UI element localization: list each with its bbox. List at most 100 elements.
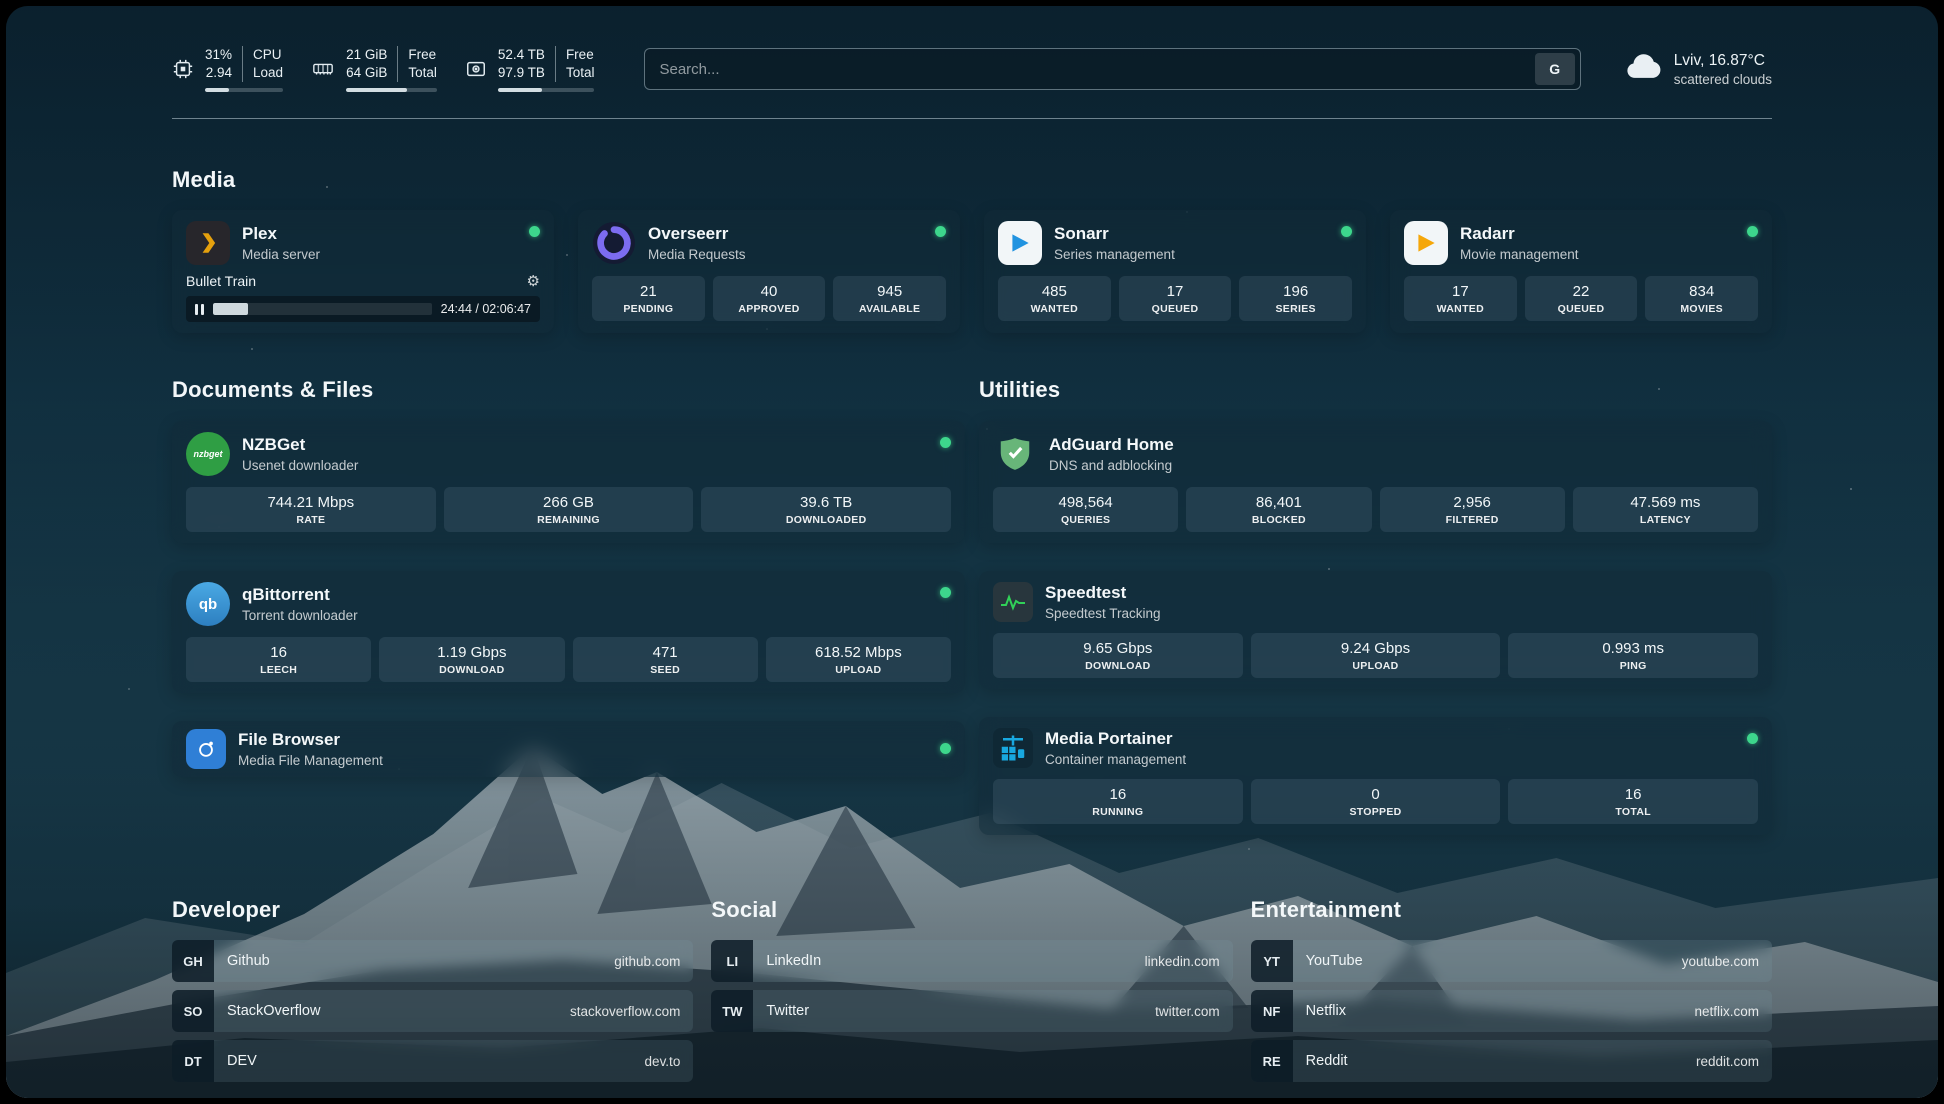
stat-tile: 485 WANTED: [998, 276, 1111, 321]
qbittorrent-icon-label: qb: [199, 596, 217, 613]
stat-label: FILTERED: [1384, 514, 1561, 526]
app-card-sonarr[interactable]: Sonarr Series management 485 WANTED 17 Q…: [984, 210, 1366, 333]
app-desc: Media server: [242, 247, 320, 262]
bookmark-netflix[interactable]: NF Netflix netflix.com: [1251, 990, 1772, 1032]
pause-icon[interactable]: [195, 304, 204, 315]
bookmark-name: Twitter: [766, 1003, 809, 1019]
stat-label: WANTED: [1002, 303, 1107, 315]
settings-gear-icon[interactable]: ⚙: [527, 274, 540, 289]
app-card-qbittorrent[interactable]: qb qBittorrent Torrent downloader 16: [172, 571, 965, 693]
bookmark-youtube[interactable]: YT YouTube youtube.com: [1251, 940, 1772, 982]
bookmark-url: dev.to: [645, 1054, 681, 1069]
app-card-adguard[interactable]: AdGuard Home DNS and adblocking 498,564 …: [979, 421, 1772, 543]
stat-value: 40: [717, 283, 822, 300]
stat-value: 39.6 TB: [705, 494, 947, 511]
app-card-nzbget[interactable]: nzbget NZBGet Usenet downloader 744.21 M…: [172, 421, 965, 543]
stat-tile: 16 RUNNING: [993, 779, 1243, 824]
bookmark-linkedin[interactable]: LI LinkedIn linkedin.com: [711, 940, 1232, 982]
overseerr-icon: [592, 221, 636, 265]
playback-time: 24:44 / 02:06:47: [441, 302, 531, 316]
cpu-widget: 31% 2.94 CPU Load: [172, 46, 283, 91]
twitter-icon: TW: [711, 990, 753, 1032]
app-name: AdGuard Home: [1049, 435, 1174, 455]
status-online-dot: [940, 437, 951, 448]
cloud-icon: [1625, 53, 1661, 85]
status-online-dot: [1747, 226, 1758, 237]
stat-value: 47.569 ms: [1577, 494, 1754, 511]
filebrowser-icon: [186, 729, 226, 769]
stat-label: PING: [1512, 660, 1754, 672]
app-card-speedtest[interactable]: Speedtest Speedtest Tracking 9.65 Gbps D…: [979, 571, 1772, 689]
bookmark-github[interactable]: GH Github github.com: [172, 940, 693, 982]
cpu-label: CPU: [253, 46, 283, 64]
stat-tile: 266 GB REMAINING: [444, 487, 694, 532]
developer-section: Developer GH Github github.com SO StackO…: [172, 897, 693, 1082]
bookmark-url: linkedin.com: [1145, 954, 1220, 969]
bookmark-url: netflix.com: [1694, 1004, 1759, 1019]
app-desc: DNS and adblocking: [1049, 458, 1174, 473]
app-card-plex[interactable]: Plex Media server Bullet Train ⚙: [172, 210, 554, 333]
status-online-dot: [1341, 226, 1352, 237]
stat-label: RATE: [190, 514, 432, 526]
stat-label: QUEUED: [1529, 303, 1634, 315]
disk-free-label: Free: [566, 46, 595, 64]
stat-label: SERIES: [1243, 303, 1348, 315]
stat-tile: 2,956 FILTERED: [1380, 487, 1565, 532]
disk-progress-bar: [498, 88, 595, 92]
dashboard-screen: 31% 2.94 CPU Load: [6, 6, 1938, 1098]
app-desc: Series management: [1054, 247, 1175, 262]
app-name: Overseerr: [648, 224, 746, 244]
stat-value: 2,956: [1384, 494, 1561, 511]
disk-widget: 52.4 TB 97.9 TB Free Total: [465, 46, 595, 91]
app-name: Media Portainer: [1045, 729, 1186, 749]
stat-tile: 16 LEECH: [186, 637, 371, 682]
stat-tile: 86,401 BLOCKED: [1186, 487, 1371, 532]
ram-widget: 21 GiB 64 GiB Free Total: [311, 46, 437, 91]
weather-widget[interactable]: Lviv, 16.87°C scattered clouds: [1625, 52, 1772, 87]
bookmark-name: StackOverflow: [227, 1003, 320, 1019]
stat-value: 16: [190, 644, 367, 661]
search-engine-button[interactable]: G: [1535, 53, 1575, 85]
stat-value: 0: [1255, 786, 1497, 803]
app-name: Sonarr: [1054, 224, 1175, 244]
stat-tile: 17 QUEUED: [1119, 276, 1232, 321]
portainer-icon: [993, 728, 1033, 768]
netflix-icon: NF: [1251, 990, 1293, 1032]
stat-value: 16: [997, 786, 1239, 803]
app-card-radarr[interactable]: Radarr Movie management 17 WANTED 22 QUE…: [1390, 210, 1772, 333]
app-card-overseerr[interactable]: Overseerr Media Requests 21 PENDING 40 A…: [578, 210, 960, 333]
search-input[interactable]: [659, 61, 1534, 78]
documents-column: Documents & Files nzbget NZBGet Usenet d…: [172, 377, 965, 835]
plex-icon: [186, 221, 230, 265]
app-card-portainer[interactable]: Media Portainer Container management 16 …: [979, 717, 1772, 835]
app-card-filebrowser[interactable]: File Browser Media File Management: [172, 721, 965, 777]
app-name: File Browser: [238, 730, 383, 750]
playback-bar[interactable]: 24:44 / 02:06:47: [186, 296, 540, 322]
bookmark-url: github.com: [614, 954, 680, 969]
stat-value: 9.65 Gbps: [997, 640, 1239, 657]
section-title-media: Media: [172, 167, 1772, 193]
bookmark-stackoverflow[interactable]: SO StackOverflow stackoverflow.com: [172, 990, 693, 1032]
playback-track[interactable]: [213, 303, 432, 315]
stat-label: LATENCY: [1577, 514, 1754, 526]
entertainment-section: Entertainment YT YouTube youtube.com NF …: [1251, 897, 1772, 1082]
cpu-usage-value: 31%: [205, 46, 232, 64]
stat-tile: 1.19 Gbps DOWNLOAD: [379, 637, 564, 682]
bookmark-dev[interactable]: DT DEV dev.to: [172, 1040, 693, 1082]
app-name: Radarr: [1460, 224, 1579, 244]
cpu-progress-bar: [205, 88, 283, 92]
status-online-dot: [935, 226, 946, 237]
header-divider: [172, 118, 1772, 119]
stat-value: 945: [837, 283, 942, 300]
bookmark-twitter[interactable]: TW Twitter twitter.com: [711, 990, 1232, 1032]
cpu-load-label: Load: [253, 64, 283, 82]
stat-tile: 21 PENDING: [592, 276, 705, 321]
stat-tile: 618.52 Mbps UPLOAD: [766, 637, 951, 682]
search-bar[interactable]: G: [644, 48, 1580, 90]
section-title-developer: Developer: [172, 897, 693, 923]
youtube-icon: YT: [1251, 940, 1293, 982]
stat-label: DOWNLOAD: [383, 664, 560, 676]
bookmark-reddit[interactable]: RE Reddit reddit.com: [1251, 1040, 1772, 1082]
app-desc: Media File Management: [238, 753, 383, 768]
status-online-dot: [940, 743, 951, 754]
